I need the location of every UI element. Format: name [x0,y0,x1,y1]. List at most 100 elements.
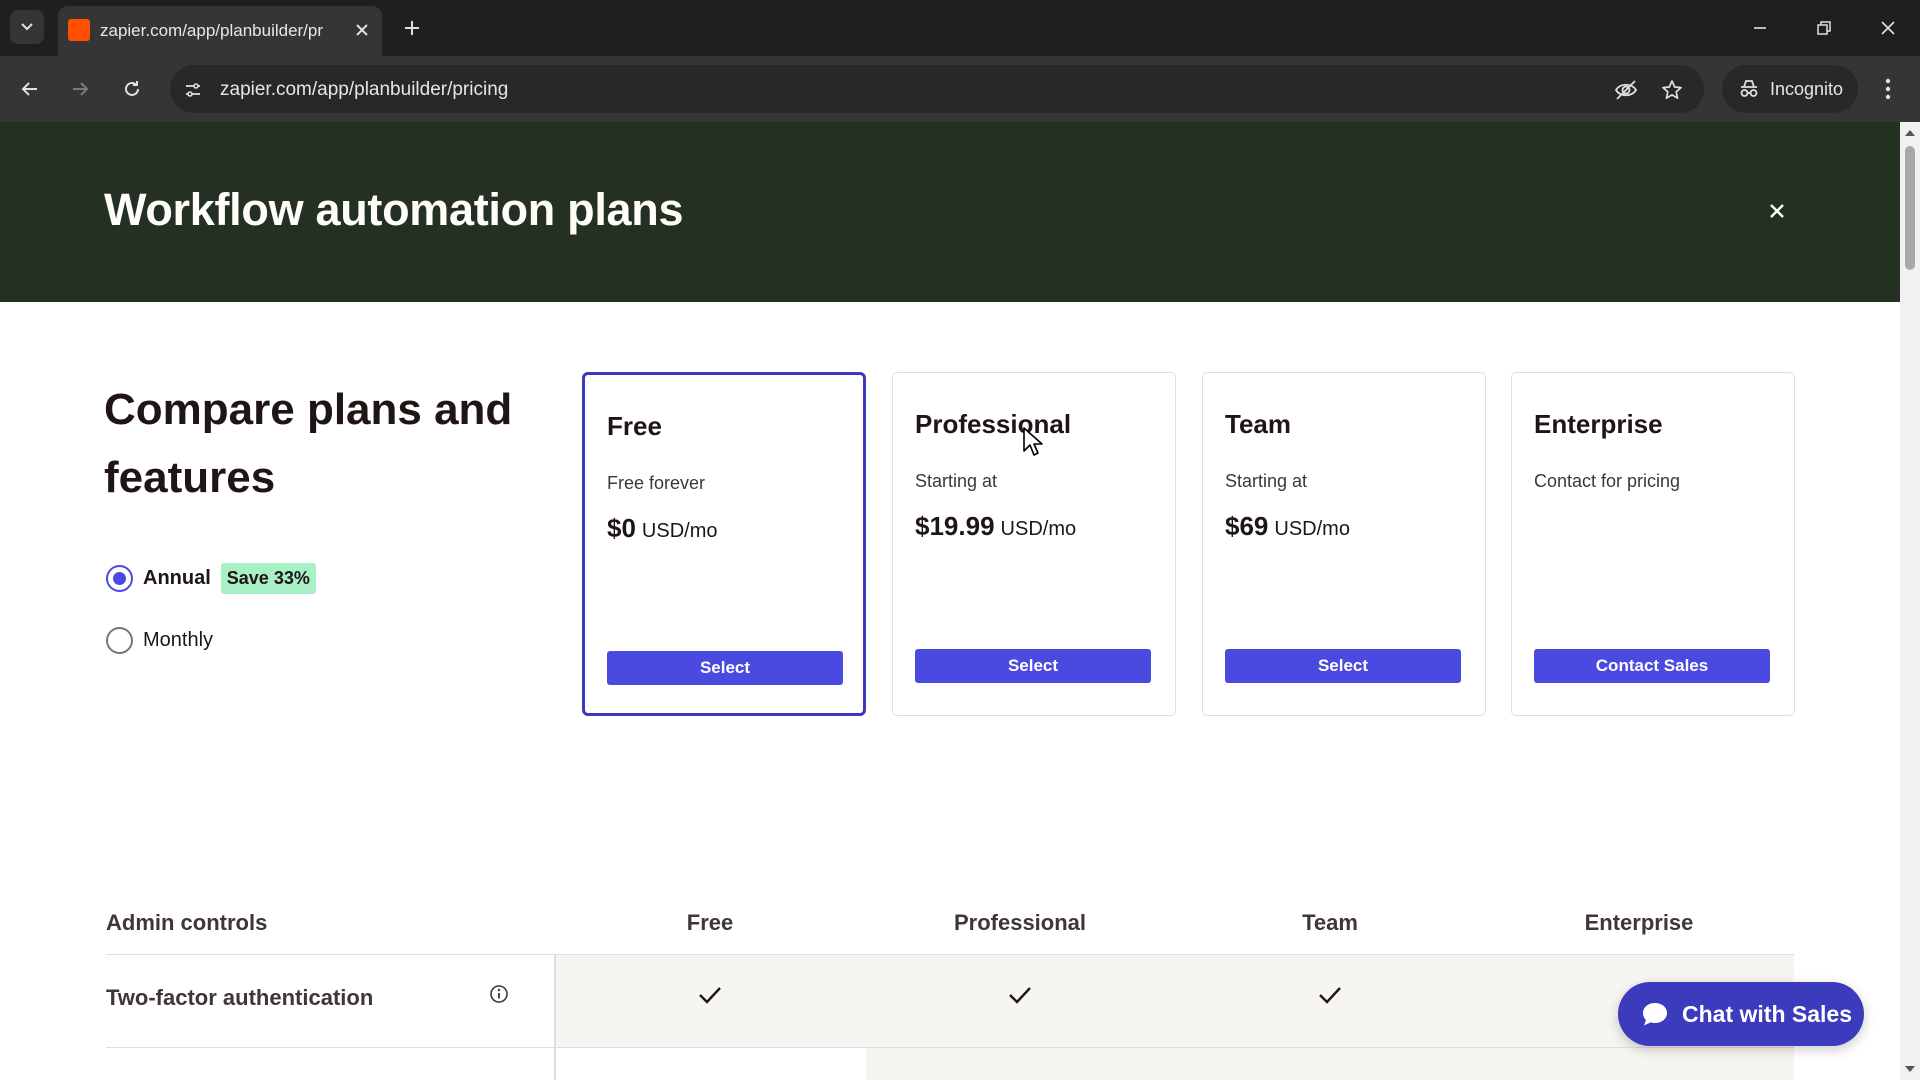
check-free [555,985,865,1005]
back-button[interactable] [12,71,48,107]
plan-name: Free [607,411,662,441]
check-team [1175,985,1485,1005]
close-icon [1881,21,1895,35]
scrollbar-thumb[interactable] [1905,146,1915,270]
monthly-radio[interactable] [106,626,133,654]
close-icon [356,24,368,36]
column-header-team: Team [1302,910,1358,935]
table-row: Two-factor authentication [106,955,1794,1080]
plan-price: $19.99 USD/mo [915,511,1076,542]
plan-name: Professional [915,409,1072,439]
chat-with-sales-button[interactable]: Chat with Sales [1618,982,1864,1046]
window-minimize-button[interactable] [1738,10,1782,46]
incognito-label: Incognito [1770,78,1844,99]
radio-selected-dot [113,571,126,585]
zapier-favicon-icon [68,19,90,41]
eye-off-icon [1614,80,1638,100]
page-viewport: Workflow automation plans Compare plans … [0,122,1900,1080]
arrow-left-icon [21,82,37,96]
chat-bubble-icon [1643,1003,1667,1026]
plan-unit: USD/mo [1274,518,1350,540]
window-close-button[interactable] [1866,10,1910,46]
plan-price: $69 USD/mo [1225,511,1350,542]
reload-icon [125,81,139,96]
plan-amount: $0 [607,513,636,543]
new-tab-button[interactable] [396,12,428,44]
plan-card-professional[interactable]: Professional Starting at $19.99 USD/mo Se… [892,372,1176,716]
forward-button[interactable] [62,71,98,107]
check-professional [865,985,1175,1005]
section-title-admin-controls: Admin controls [106,910,268,935]
select-professional-button[interactable]: Select [915,649,1151,683]
minimize-icon [1754,27,1766,29]
plan-price: $0 USD/mo [607,513,718,544]
plan-card-enterprise[interactable]: Enterprise Contact for pricing Contact S… [1511,372,1795,716]
tab-search-button[interactable] [10,10,44,44]
arrow-right-icon [73,82,89,96]
plan-card-team[interactable]: Team Starting at $69 USD/mo Select [1202,372,1486,716]
chevron-down-icon [21,23,33,31]
restore-icon [1817,21,1831,35]
close-icon [1770,204,1784,218]
feature-info-button[interactable] [488,983,510,1005]
plus-icon [405,21,419,35]
page-scrollbar[interactable] [1900,122,1920,1080]
browser-menu-button[interactable] [1874,71,1902,107]
contact-sales-button[interactable]: Contact Sales [1534,649,1770,683]
plan-name: Team [1225,409,1291,439]
close-plans-button[interactable] [1762,196,1792,226]
bookmark-button[interactable] [1658,76,1686,104]
billing-option-annual[interactable]: Annual Save 33% [106,560,316,596]
next-row-background [866,1048,1794,1080]
plan-amount: $19.99 [915,511,995,541]
scroll-up-arrow-icon[interactable] [1904,128,1916,138]
compare-plans-heading: Compare plans and features [104,385,513,502]
save-badge: Save 33% [220,562,316,594]
site-info-button[interactable] [180,77,206,103]
mouse-cursor-icon [1023,427,1043,456]
plan-card-free[interactable]: Free Free forever $0 USD/mo Select [582,372,866,716]
plan-unit: USD/mo [1000,518,1077,540]
check-icon [699,987,721,1004]
url-text[interactable]: zapier.com/app/planbuilder/pricing [220,79,508,101]
plan-subtitle: Free forever [607,473,706,493]
plan-subtitle: Contact for pricing [1534,471,1681,491]
window-restore-button[interactable] [1802,10,1846,46]
column-divider [554,955,556,1080]
plan-amount: $69 [1225,511,1269,541]
annual-label[interactable]: Annual [143,567,211,590]
column-header-free: Free [686,910,734,935]
select-team-button[interactable]: Select [1225,649,1461,683]
plan-unit: USD/mo [641,520,718,542]
check-icon [1009,987,1031,1004]
reload-button[interactable] [114,71,150,107]
feature-name: Two-factor authentication [106,985,374,1010]
info-icon [490,985,508,1003]
plan-subtitle: Starting at [1225,471,1308,491]
scroll-down-arrow-icon[interactable] [1904,1064,1916,1074]
plan-subtitle: Starting at [915,471,998,491]
kebab-menu-icon [1885,78,1891,100]
plans-hero-banner: Workflow automation plans [0,122,1900,302]
tab-close-button[interactable] [350,18,374,42]
address-bar[interactable]: zapier.com/app/planbuilder/pricing [170,65,1704,113]
tracking-protection-button[interactable] [1612,76,1640,104]
tab-title: zapier.com/app/planbuilder/pr [100,21,324,40]
column-header-enterprise: Enterprise [1584,910,1694,935]
browser-toolbar: zapier.com/app/planbuilder/pricing Incog… [0,56,1920,122]
annual-radio[interactable] [106,564,133,592]
column-header-professional: Professional [953,910,1087,935]
comparison-table-header: Admin controls Free Professional Team En… [106,890,1794,958]
select-free-button[interactable]: Select [607,651,843,685]
monthly-label[interactable]: Monthly [143,629,213,652]
incognito-icon [1740,80,1758,97]
billing-option-monthly[interactable]: Monthly [106,622,213,658]
browser-tab-bar: zapier.com/app/planbuilder/pr [0,0,1920,56]
star-icon [1662,80,1682,100]
check-icon [1319,987,1341,1004]
incognito-profile-button[interactable]: Incognito [1722,65,1858,113]
chat-label[interactable]: Chat with Sales [1682,1001,1852,1028]
browser-tab-active[interactable]: zapier.com/app/planbuilder/pr [58,6,382,56]
page-title: Workflow automation plans [104,184,684,235]
tune-icon [186,83,200,97]
